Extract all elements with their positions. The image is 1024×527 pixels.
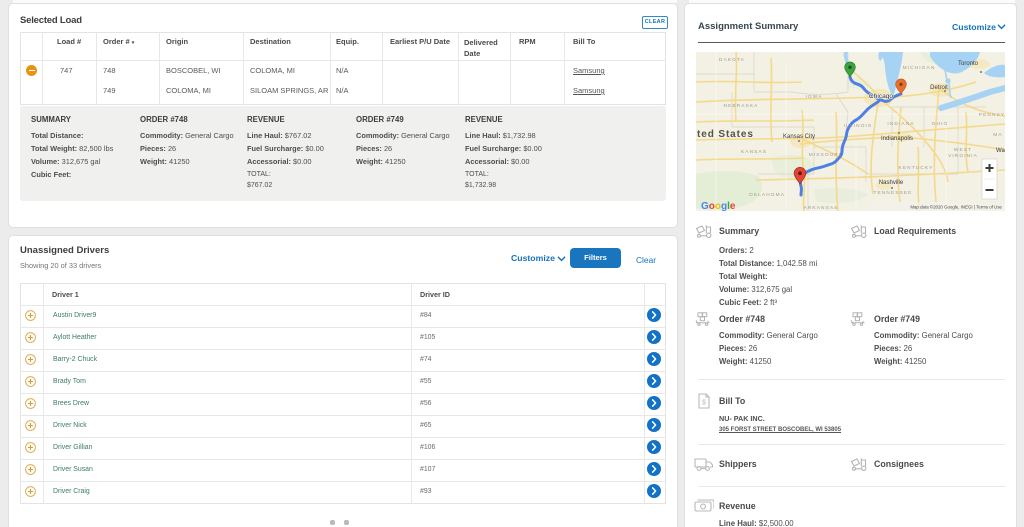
svg-text:PENNSY: PENNSY [979, 112, 1005, 118]
svg-text:IOWA: IOWA [805, 94, 822, 100]
svg-text:VIRGINIA: VIRGINIA [948, 153, 978, 159]
svg-text:OKLAHOMA: OKLAHOMA [749, 192, 785, 198]
svg-text:Map data ©2020 Google, INEGI |: Map data ©2020 Google, INEGI | Terms of … [910, 205, 1002, 210]
svg-text:$: $ [702, 400, 706, 407]
svg-text:Nashville: Nashville [879, 180, 904, 186]
svg-text:Indianapolis: Indianapolis [881, 136, 913, 142]
svg-text:ted States: ted States [697, 129, 754, 140]
svg-text:KENTUCKY: KENTUCKY [899, 165, 934, 171]
svg-text:MISSOURI: MISSOURI [809, 152, 842, 158]
svg-text:Detroit: Detroit [930, 85, 948, 91]
svg-text:WEST: WEST [954, 147, 972, 153]
svg-text:INDIANA: INDIANA [887, 121, 914, 127]
svg-text:MA: MA [993, 132, 1002, 138]
svg-text:Was: Was [996, 148, 1005, 154]
svg-text:KANSAS: KANSAS [741, 149, 767, 155]
svg-text:Google: Google [701, 201, 736, 211]
svg-text:OHIO: OHIO [932, 121, 949, 127]
svg-text:Toronto: Toronto [958, 61, 979, 67]
svg-text:ARKANSAS: ARKANSAS [804, 205, 839, 211]
svg-text:MICHIGAN: MICHIGAN [903, 65, 936, 71]
svg-text:Kansas City: Kansas City [783, 134, 815, 140]
svg-text:DAKOTA: DAKOTA [719, 57, 745, 63]
svg-text:ILLINOIS: ILLINOIS [844, 123, 873, 129]
svg-text:TENNESSEE: TENNESSEE [874, 190, 913, 196]
svg-text:NEBRASKA: NEBRASKA [724, 103, 759, 109]
svg-text:Chicago: Chicago [869, 93, 894, 100]
